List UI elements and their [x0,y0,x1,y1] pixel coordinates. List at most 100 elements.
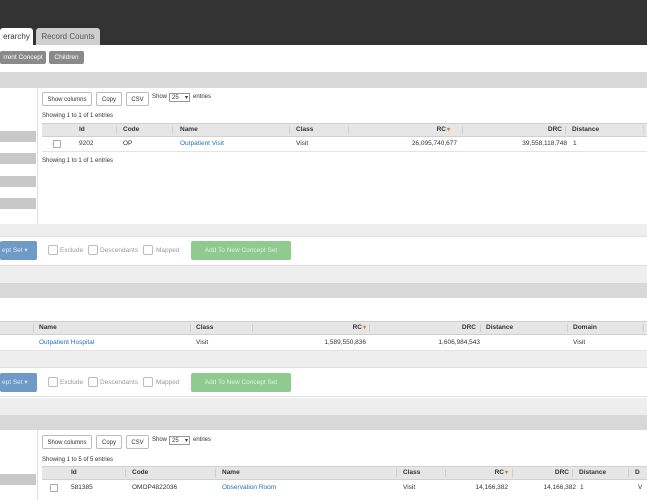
column-header-distance[interactable]: Distance [579,467,606,479]
divider [37,88,38,224]
exclude-checkbox[interactable] [48,377,58,387]
current-concept-button[interactable]: rrent Concept [0,51,46,64]
cell-domain: Visit [573,339,586,346]
show-label: Show [152,94,168,100]
column-separator [462,126,463,134]
column-separator [215,469,216,477]
column-header-code[interactable]: Code [123,124,139,136]
column-header-rc[interactable]: RC▾ [482,467,508,479]
column-separator [125,469,126,477]
add-to-new-concept-set-button[interactable]: Add To New Concept Set [191,241,291,260]
cell-code: OP [123,140,133,147]
table-header: Id Code Name Class RC▾ DRC Distance D [42,466,647,480]
cell-name-link[interactable]: Outpatient Visit [180,138,224,150]
cell-rc: 14,166,382 [475,484,508,491]
show-columns-button[interactable]: Show columns [42,92,92,106]
cell-drc: 14,166,382 [543,484,576,491]
spacer-band [0,351,647,367]
column-header-code[interactable]: Code [132,467,148,479]
cell-class: Visit [196,339,209,346]
column-header-class[interactable]: Class [296,124,313,136]
column-header-class[interactable]: Class [403,467,420,479]
spacer-band [0,224,647,236]
column-separator [480,324,481,332]
table-row[interactable]: 581385 OMOP4822036 Observation Room Visi… [42,481,647,495]
column-separator [289,126,290,134]
dropdown-caret-icon: ▾ [24,379,28,386]
add-to-new-concept-set-button[interactable]: Add To New Concept Set [191,373,291,392]
descendants-checkbox[interactable] [88,377,98,387]
cell-distance: 1 [580,484,584,491]
mapped-label: Mapped [156,379,180,386]
column-separator [396,469,397,477]
column-header-id[interactable]: Id [79,124,85,136]
copy-button[interactable]: Copy [96,92,122,106]
mapped-checkbox[interactable] [143,245,153,255]
copy-button[interactable]: Copy [96,435,122,449]
csv-button[interactable]: CSV [126,92,149,106]
concept-set-button[interactable]: ept Set ▾ [0,373,37,392]
column-separator [643,126,644,134]
table-info-top: Showing 1 to 5 of 5 entries [42,457,114,463]
column-header-id[interactable]: Id [71,467,77,479]
entries-select[interactable]: 25 [169,436,190,446]
column-header-rc[interactable]: RC▾ [422,124,450,136]
cell-name-link[interactable]: Outpatient Hospital [39,337,94,349]
concept-set-button[interactable]: ept Set ▾ [0,241,37,260]
column-header-drc[interactable]: DRC [542,124,562,136]
row-checkbox[interactable] [50,484,58,492]
tab-hierarchy[interactable]: erarchy [0,28,33,45]
cell-name-link[interactable]: Observation Room [222,482,276,494]
sort-desc-icon: ▾ [446,127,450,133]
column-header-distance[interactable]: Distance [572,124,599,136]
spacer-band [0,398,647,415]
column-header-distance[interactable]: Distance [486,322,513,334]
section-header-band [0,415,647,430]
column-header-class[interactable]: Class [196,322,213,334]
cell-rc: 26,095,740,677 [411,140,457,147]
show-columns-button[interactable]: Show columns [42,435,92,449]
column-header-drc[interactable]: DRC [448,322,476,334]
tab-record-counts[interactable]: Record Counts [36,28,100,45]
cell-id: 9202 [79,140,94,147]
cell-class: Visit [296,140,309,147]
entries-label: entries [193,94,212,100]
top-header-bar [0,0,647,28]
dropdown-caret-icon: ▾ [24,247,28,254]
entries-select[interactable]: 25 [169,93,190,103]
csv-button[interactable]: CSV [126,435,149,449]
descendants-checkbox[interactable] [88,245,98,255]
mapped-checkbox[interactable] [143,377,153,387]
column-header-extra[interactable]: D [635,467,640,479]
column-separator [172,126,173,134]
column-header-drc[interactable]: DRC [549,467,569,479]
column-header-rc[interactable]: RC▾ [330,322,366,334]
descendants-label: Descendants [100,379,138,386]
table-header: Name Class RC▾ DRC Distance Domain [0,321,647,335]
cell-code: OMOP4822036 [132,484,178,491]
column-separator [190,324,191,332]
column-separator [252,324,253,332]
cell-distance: 1 [573,140,577,147]
section-header-band [0,283,647,298]
table-info-bottom: Showing 1 to 1 of 1 entries [42,158,114,164]
descendants-label: Descendants [100,247,138,254]
table-row[interactable]: Outpatient Hospital Visit 1,589,550,836 … [0,336,647,350]
column-header-domain[interactable]: Domain [573,322,597,334]
column-separator [445,469,446,477]
divider [37,430,38,500]
show-label: Show [152,437,168,443]
column-header-name[interactable]: Name [180,124,198,136]
table-row[interactable]: 9202 OP Outpatient Visit Visit 26,095,74… [42,137,647,151]
children-button[interactable]: Children [49,51,84,64]
column-separator [565,126,566,134]
column-separator [348,126,349,134]
sort-desc-icon: ▾ [362,325,366,331]
mapped-label: Mapped [156,247,180,254]
column-header-name[interactable]: Name [222,467,240,479]
row-checkbox[interactable] [53,140,61,148]
column-separator [643,324,644,332]
column-separator [567,324,568,332]
exclude-checkbox[interactable] [48,245,58,255]
column-header-name[interactable]: Name [39,322,57,334]
